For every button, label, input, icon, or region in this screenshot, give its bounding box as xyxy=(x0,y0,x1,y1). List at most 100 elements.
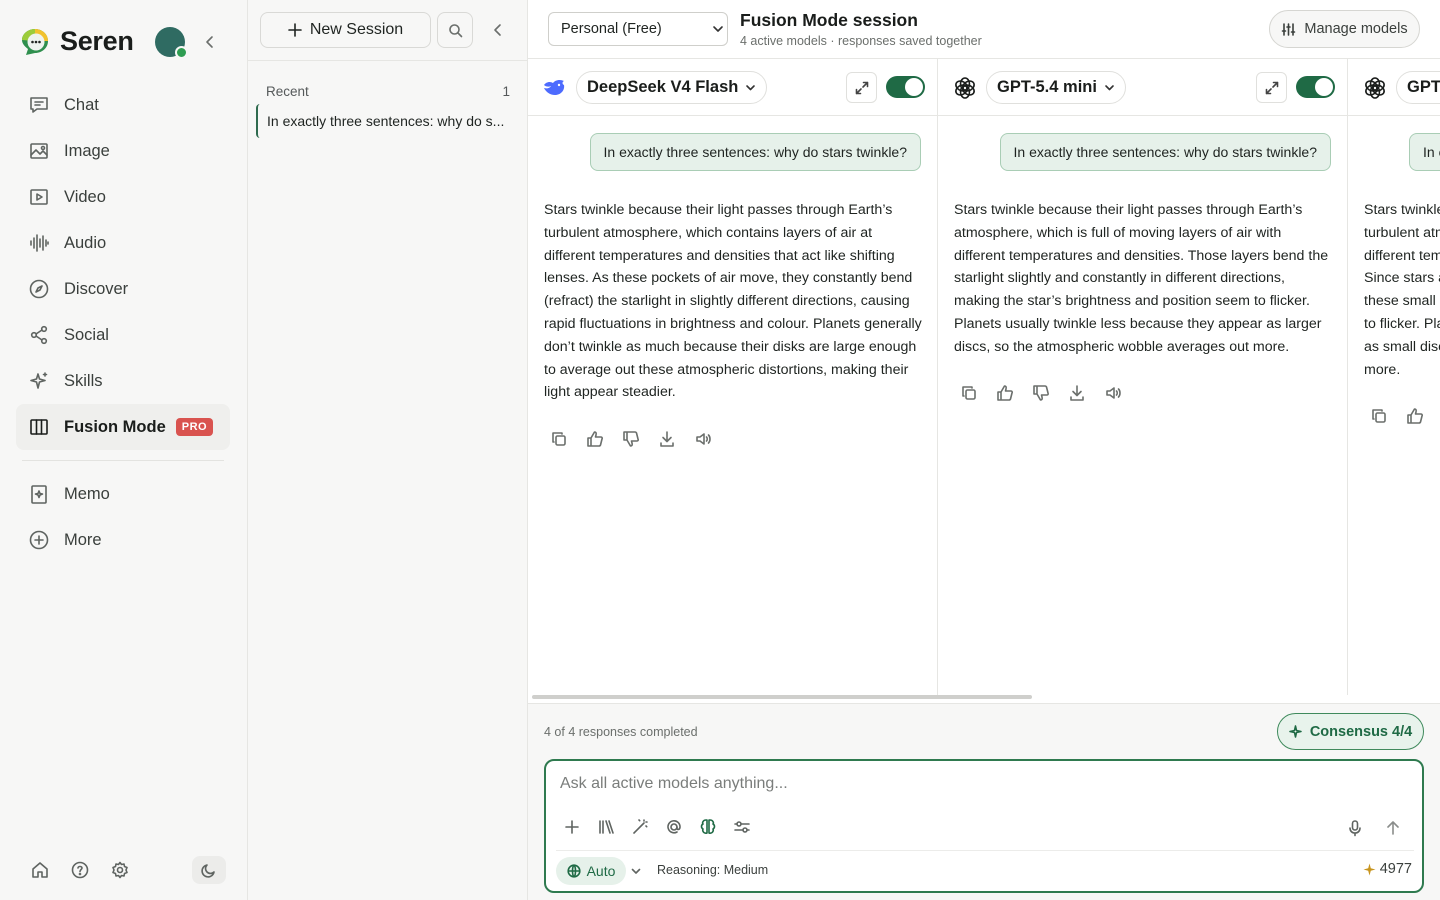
copy-icon[interactable] xyxy=(550,430,568,448)
nav-item-fusion-mode[interactable]: Fusion Mode PRO xyxy=(16,404,230,450)
session-item[interactable]: In exactly three sentences: why do s... xyxy=(256,104,518,138)
sparkle-icon xyxy=(1289,725,1302,738)
model-toggle[interactable] xyxy=(1296,76,1335,98)
video-icon xyxy=(30,189,48,205)
model-select[interactable]: GPT-5.4 mini xyxy=(986,71,1126,104)
speaker-icon[interactable] xyxy=(694,430,712,448)
magic-wand-icon[interactable] xyxy=(630,817,650,837)
chevron-down-icon xyxy=(1105,85,1114,91)
home-button[interactable] xyxy=(28,858,52,882)
nav-item-label: Fusion Mode xyxy=(64,417,166,436)
consensus-button[interactable]: Consensus 4/4 xyxy=(1277,713,1424,750)
nav-item-social[interactable]: Social xyxy=(16,312,230,358)
composer: Auto Reasoning: Medium 4977 xyxy=(544,759,1424,893)
online-status-dot xyxy=(175,46,188,59)
auto-label: Auto xyxy=(586,863,616,879)
image-icon xyxy=(30,143,48,159)
response-actions xyxy=(550,430,712,448)
nav-item-discover[interactable]: Discover xyxy=(16,266,230,312)
nav-divider xyxy=(22,460,224,461)
thumbs-up-icon[interactable] xyxy=(586,430,604,448)
help-button[interactable] xyxy=(68,858,92,882)
nav-item-label: Video xyxy=(64,187,106,206)
brain-icon[interactable] xyxy=(698,817,718,837)
nav-item-label: Chat xyxy=(64,95,99,114)
theme-toggle-button[interactable] xyxy=(192,856,226,884)
speaker-icon[interactable] xyxy=(1104,384,1122,402)
fusion-main: Personal (Free) Fusion Mode session 4 ac… xyxy=(528,0,1440,900)
pro-badge: PRO xyxy=(175,418,214,436)
thumbs-down-icon[interactable] xyxy=(622,430,640,448)
send-arrow-icon[interactable] xyxy=(1384,819,1402,837)
model-response: Stars twinkle because their light passes… xyxy=(544,202,922,401)
model-select[interactable]: DeepSeek V4 Flash xyxy=(576,71,768,104)
copy-icon[interactable] xyxy=(1370,407,1388,425)
manage-models-label: Manage models xyxy=(1304,21,1408,37)
model-response: Stars twinkle turbulent atm different te… xyxy=(1364,199,1440,381)
nav-item-label: More xyxy=(64,530,102,549)
chat-icon xyxy=(30,97,48,113)
workspace-select[interactable]: Personal (Free) xyxy=(548,12,728,46)
download-icon[interactable] xyxy=(1068,384,1086,402)
reasoning-level[interactable]: Reasoning: Medium xyxy=(657,863,768,877)
nav-item-audio[interactable]: Audio xyxy=(16,220,230,266)
search-sessions-button[interactable] xyxy=(437,12,473,48)
workspace-value: Personal (Free) xyxy=(561,21,662,37)
expand-button[interactable] xyxy=(1256,72,1287,103)
thumbs-down-icon[interactable] xyxy=(1032,384,1050,402)
nav-item-label: Skills xyxy=(64,371,103,390)
nav-item-memo[interactable]: Memo xyxy=(16,471,230,517)
consensus-label: Consensus 4/4 xyxy=(1309,723,1413,740)
nav-item-label: Audio xyxy=(64,233,107,252)
model-column-header: GPT- xyxy=(1348,59,1440,116)
mention-icon[interactable] xyxy=(664,817,684,837)
compass-icon xyxy=(29,279,49,299)
web-search-mode-pill[interactable]: Auto xyxy=(556,857,626,885)
expand-icon xyxy=(1265,81,1278,94)
user-prompt-bubble: In exactly three sentences: why do stars… xyxy=(589,133,921,171)
response-line: Stars twinkle xyxy=(1364,202,1440,218)
thumbs-up-icon[interactable] xyxy=(1406,407,1424,425)
prompt-input[interactable] xyxy=(560,773,1320,795)
response-line: more. xyxy=(1364,361,1401,378)
thumbs-up-icon[interactable] xyxy=(996,384,1014,402)
model-column: GPT- In e Stars twinkle turbulent atm di… xyxy=(1348,59,1440,695)
expand-icon xyxy=(855,81,868,94)
chevron-down-icon[interactable] xyxy=(630,865,642,877)
sidebar: Seren Chat Image Video Audio Discover So… xyxy=(0,0,248,900)
recent-header: Recent 1 xyxy=(266,84,510,99)
settings-button[interactable] xyxy=(108,858,132,882)
avatar[interactable] xyxy=(155,27,188,59)
nav-item-chat[interactable]: Chat xyxy=(16,82,230,128)
moon-icon xyxy=(201,864,215,878)
model-column: GPT-5.4 mini In exactly three sentences:… xyxy=(938,59,1348,695)
expand-button[interactable] xyxy=(846,72,877,103)
help-icon xyxy=(71,861,89,879)
search-icon xyxy=(448,23,462,37)
horizontal-scrollbar[interactable] xyxy=(532,695,1032,699)
nav-item-video[interactable]: Video xyxy=(16,174,230,220)
download-icon[interactable] xyxy=(658,430,676,448)
nav-item-more[interactable]: More xyxy=(16,517,230,563)
chevron-left-icon[interactable] xyxy=(488,20,508,40)
copy-icon[interactable] xyxy=(960,384,978,402)
settings-sliders-icon[interactable] xyxy=(732,817,752,837)
model-toggle[interactable] xyxy=(886,76,925,98)
nav-item-image[interactable]: Image xyxy=(16,128,230,174)
completion-status: 4 of 4 responses completed xyxy=(544,725,698,739)
main-nav: Chat Image Video Audio Discover Social S… xyxy=(16,82,230,563)
brand[interactable]: Seren xyxy=(20,26,134,57)
microphone-icon[interactable] xyxy=(1346,819,1364,837)
manage-models-button[interactable]: Manage models xyxy=(1269,10,1420,48)
plus-icon[interactable] xyxy=(562,817,582,837)
model-select[interactable]: GPT- xyxy=(1396,71,1440,104)
new-session-button[interactable]: New Session xyxy=(260,12,431,48)
toggle-knob xyxy=(905,78,923,96)
deepseek-whale-icon xyxy=(544,79,565,95)
nav-item-skills[interactable]: Skills xyxy=(16,358,230,404)
chevron-left-icon[interactable] xyxy=(200,32,220,52)
model-response: Stars twinkle because their light passes… xyxy=(954,202,1329,355)
plus-circle-icon xyxy=(29,530,49,550)
sliders-icon xyxy=(1282,22,1296,36)
library-icon[interactable] xyxy=(596,817,616,837)
